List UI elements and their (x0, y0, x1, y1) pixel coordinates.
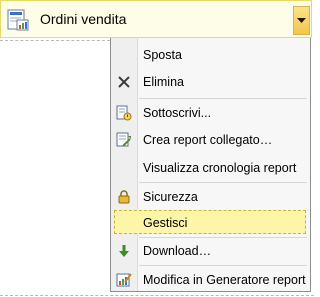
linked-report-icon (116, 132, 132, 148)
menu-item-label: Sposta (143, 48, 182, 62)
menu-item-download[interactable]: Download… (111, 237, 310, 265)
close-icon (116, 74, 132, 90)
download-icon (116, 243, 132, 259)
menu-item-label: Download… (143, 244, 212, 258)
subscribe-icon (116, 105, 132, 121)
menu-item-visualizza-cronologia[interactable]: Visualizza cronologia report (111, 154, 310, 182)
menu-item-label: Elimina (143, 75, 184, 89)
menu-item-modifica-generatore-report[interactable]: Modifica in Generatore report (111, 266, 310, 294)
menu-item-crea-report-collegato[interactable]: Crea report collegato… (111, 126, 310, 154)
report-context-menu-screen: Ordini vendita Sposta Elimina Sottoscriv… (0, 0, 314, 297)
menu-item-label: Gestisci (143, 216, 188, 230)
menu-item-label: Sicurezza (143, 190, 198, 204)
divider (0, 295, 314, 296)
divider (0, 40, 110, 41)
report-builder-icon (116, 272, 132, 288)
menu-item-sottoscrivi[interactable]: Sottoscrivi... (111, 99, 310, 127)
report-menu-dropdown-button[interactable] (293, 6, 310, 35)
menu-item-label: Sottoscrivi... (143, 106, 212, 120)
menu-item-label: Modifica in Generatore report (143, 273, 306, 287)
lock-icon (116, 189, 132, 205)
chevron-down-icon (297, 18, 306, 23)
context-menu: Sposta Elimina Sottoscrivi... Crea repor… (110, 38, 311, 292)
menu-item-label: Visualizza cronologia report (143, 161, 297, 175)
menu-item-sposta[interactable]: Sposta (111, 41, 310, 69)
report-item[interactable]: Ordini vendita (0, 0, 312, 38)
report-title[interactable]: Ordini vendita (40, 11, 126, 27)
menu-item-sicurezza[interactable]: Sicurezza (111, 183, 310, 211)
menu-item-gestisci[interactable]: Gestisci (111, 209, 310, 237)
menu-item-label: Crea report collegato… (143, 133, 273, 147)
report-icon (7, 9, 29, 31)
menu-item-elimina[interactable]: Elimina (111, 68, 310, 96)
